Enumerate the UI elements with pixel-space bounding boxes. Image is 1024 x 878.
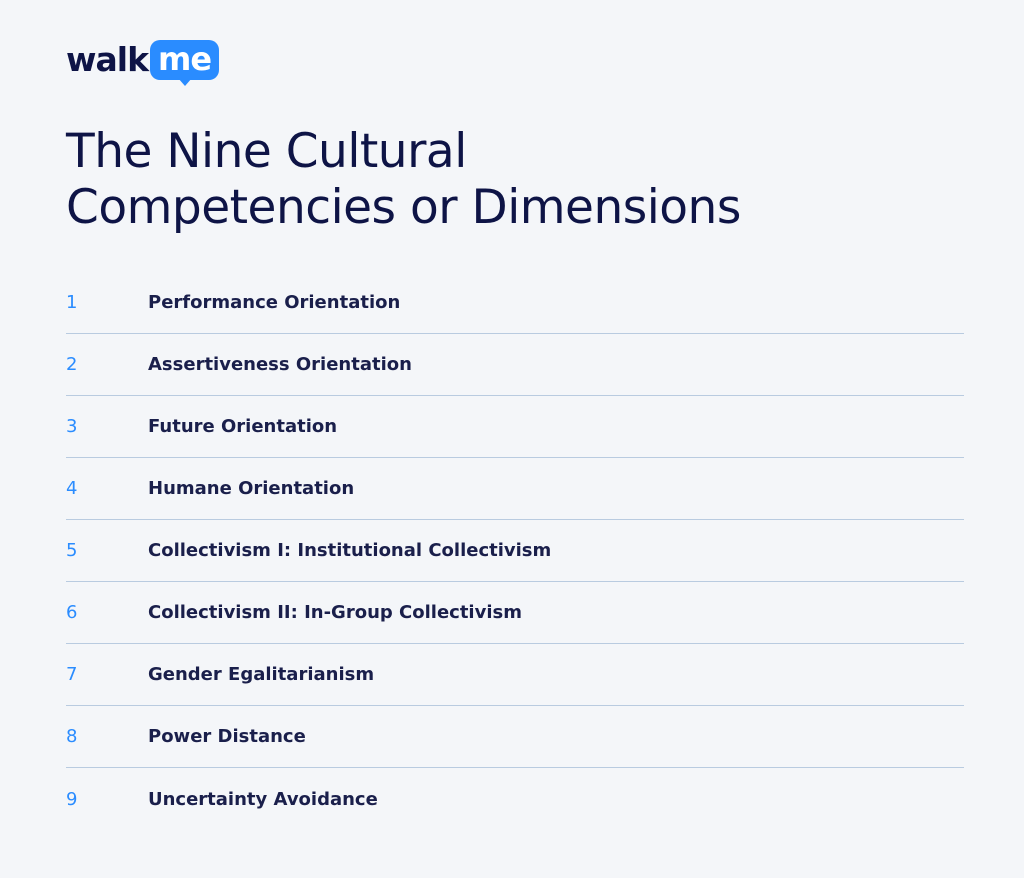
- item-number: 1: [66, 292, 78, 313]
- item-number: 3: [66, 416, 78, 437]
- logo-walk-text: walk: [66, 40, 149, 79]
- logo-me-text: me: [150, 40, 220, 80]
- list-item: 5 Collectivism I: Institutional Collecti…: [66, 520, 964, 582]
- page-title: The Nine Cultural Competencies or Dimens…: [66, 124, 741, 236]
- list-item: 7 Gender Egalitarianism: [66, 644, 964, 706]
- list-item: 8 Power Distance: [66, 706, 964, 768]
- item-label: Collectivism II: In-Group Collectivism: [148, 602, 522, 623]
- item-number: 5: [66, 540, 78, 561]
- list-item: 6 Collectivism II: In-Group Collectivism: [66, 582, 964, 644]
- item-number: 8: [66, 726, 78, 747]
- item-label: Humane Orientation: [148, 478, 355, 499]
- list-item: 2 Assertiveness Orientation: [66, 334, 964, 396]
- walkme-logo: walk me: [66, 40, 220, 86]
- list-item: 4 Humane Orientation: [66, 458, 964, 520]
- dimensions-list: 1 Performance Orientation 2 Assertivenes…: [66, 272, 964, 830]
- item-number: 4: [66, 478, 78, 499]
- item-label: Performance Orientation: [148, 292, 401, 313]
- item-number: 9: [66, 788, 78, 810]
- item-number: 6: [66, 602, 78, 623]
- item-label: Uncertainty Avoidance: [148, 788, 378, 810]
- item-label: Assertiveness Orientation: [148, 354, 412, 375]
- list-item: 9 Uncertainty Avoidance: [66, 768, 964, 830]
- item-number: 2: [66, 354, 78, 375]
- item-label: Future Orientation: [148, 416, 338, 437]
- list-item: 1 Performance Orientation: [66, 272, 964, 334]
- list-item: 3 Future Orientation: [66, 396, 964, 458]
- item-label: Power Distance: [148, 726, 306, 747]
- speech-bubble-tail-icon: [177, 78, 192, 86]
- item-label: Gender Egalitarianism: [148, 664, 375, 685]
- title-line-2: Competencies or Dimensions: [66, 180, 741, 235]
- item-number: 7: [66, 664, 78, 685]
- logo-me-bubble: me: [150, 40, 220, 86]
- item-label: Collectivism I: Institutional Collectivi…: [148, 540, 552, 561]
- title-line-1: The Nine Cultural: [66, 124, 467, 179]
